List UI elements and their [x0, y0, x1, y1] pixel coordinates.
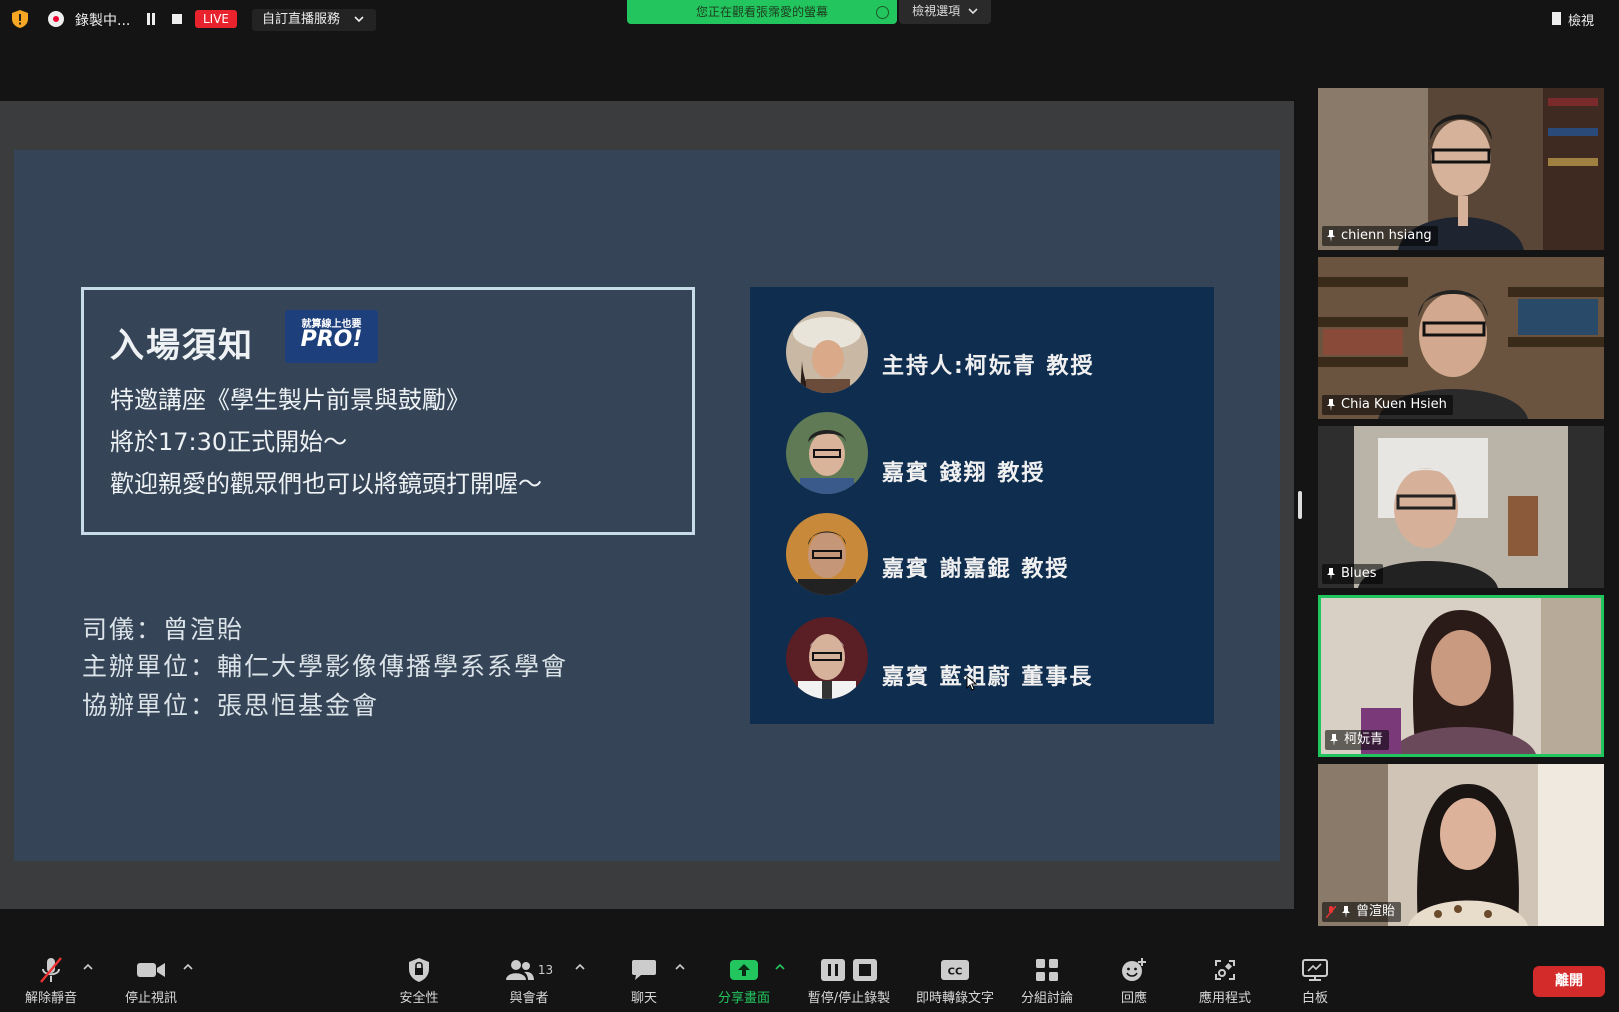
panel-resize-handle[interactable] [1298, 491, 1302, 519]
participant-name-tag: Chia Kuen Hsieh [1322, 395, 1453, 415]
guest-name-4: 嘉賓 藍祖蔚 董事長 [882, 665, 1094, 690]
chevron-up-icon[interactable] [83, 963, 93, 971]
guest-name-host: 主持人:柯妧青 教授 [882, 354, 1095, 379]
shield-icon [409, 958, 429, 982]
participants-icon [505, 960, 534, 980]
live-transcript-button[interactable]: CC 即時轉錄文字 [907, 955, 1003, 1006]
whiteboard-label: 白板 [1301, 991, 1328, 1006]
notice-line-2: 將於17:30正式開始～ [110, 428, 348, 456]
participant-name: chienn hsiang [1341, 228, 1432, 243]
participant-tile[interactable]: Blues [1318, 426, 1604, 588]
recording-label: 錄製中... [75, 13, 131, 29]
breakout-rooms-label: 分組討論 [1020, 991, 1073, 1006]
pin-icon [1327, 230, 1335, 242]
apps-label: 應用程式 [1198, 991, 1251, 1006]
participants-label: 與會者 [509, 991, 549, 1006]
participant-name: Blues [1341, 566, 1377, 581]
guest-photo-host [786, 311, 868, 393]
smiley-plus-icon [1122, 958, 1146, 981]
video-camera-icon [137, 963, 165, 977]
participant-tile[interactable]: chienn hsiang [1318, 88, 1604, 250]
apps-icon [1215, 960, 1235, 980]
chevron-up-icon[interactable] [675, 963, 685, 971]
notice-line-1: 特邀講座《學生製片前景與鼓勵》 [110, 386, 470, 414]
pause-stop-recording-button[interactable]: 暫停/停止錄製 [800, 955, 898, 1006]
stream-service-dropdown[interactable]: 自訂直播服務 [252, 9, 377, 31]
chat-label: 聊天 [630, 991, 657, 1006]
leave-meeting-button[interactable]: 離開 [1533, 966, 1605, 997]
top-bar: 錄製中... LIVE 自訂直播服務 您正在觀看張霈愛的螢幕 檢視選項 檢視 [0, 0, 1619, 40]
whiteboard-button[interactable]: 白板 [1267, 955, 1363, 1006]
view-button[interactable]: 檢視 [1568, 10, 1594, 29]
pause-stop-icon [821, 959, 877, 981]
chevron-up-icon[interactable] [775, 963, 785, 971]
participant-name: 柯妧青 [1344, 732, 1384, 747]
participant-tile-active-speaker[interactable]: 柯妧青 [1318, 595, 1604, 757]
stream-service-label: 自訂直播服務 [262, 12, 341, 27]
participant-name: 曾渲貽 [1356, 904, 1396, 919]
security-label: 安全性 [399, 991, 439, 1006]
credit-emcee: 司儀：曾渲貽 [82, 615, 245, 644]
microphone-muted-icon [40, 957, 62, 983]
participant-tile[interactable]: Chia Kuen Hsieh [1318, 257, 1604, 419]
guest-photo-2 [786, 412, 868, 494]
view-options-button[interactable]: 檢視選項 [899, 0, 991, 24]
guest-name-2: 嘉賓 錢翔 教授 [882, 461, 1046, 486]
credit-organizer: 主辦單位：輔仁大學影像傳播學系系學會 [82, 652, 569, 681]
guest-photo-4 [786, 617, 868, 699]
status-circle-icon [876, 6, 889, 19]
stop-recording-icon[interactable] [172, 14, 182, 24]
share-screen-label: 分享畫面 [717, 991, 770, 1006]
pin-icon [1327, 568, 1335, 580]
meeting-toolbar: 解除靜音 停止視訊 安全性 13 與會者 聊天 分享畫面 暫停/停止錄製 CC … [0, 949, 1619, 1012]
guest-name-3: 嘉賓 謝嘉錕 教授 [882, 557, 1070, 582]
pin-icon [1330, 734, 1338, 746]
security-shield-icon[interactable] [12, 10, 28, 28]
credit-co-organizer: 協辦單位：張思恒基金會 [82, 691, 380, 720]
live-badge: LIVE [195, 10, 238, 28]
view-layout-icon[interactable] [1552, 12, 1561, 25]
live-transcript-label: 即時轉錄文字 [915, 991, 994, 1006]
microphone-muted-icon [1326, 906, 1336, 918]
unmute-label: 解除靜音 [24, 991, 77, 1006]
chevron-down-icon [968, 8, 978, 15]
participant-name-tag: chienn hsiang [1322, 226, 1438, 246]
participant-count: 13 [537, 963, 554, 977]
pin-icon [1327, 399, 1335, 411]
chevron-down-icon [354, 16, 364, 23]
chevron-up-icon[interactable] [183, 963, 193, 971]
security-button[interactable]: 安全性 [371, 955, 467, 1006]
reactions-label: 回應 [1120, 991, 1147, 1006]
participant-name: Chia Kuen Hsieh [1341, 397, 1447, 412]
pro-badge-logo: 就算線上也要 PRO! [285, 310, 378, 363]
viewing-screen-banner: 您正在觀看張霈愛的螢幕 [627, 0, 897, 24]
pro-badge-text: PRO! [300, 327, 363, 352]
participants-button[interactable]: 13 與會者 [481, 955, 577, 1006]
whiteboard-icon [1302, 959, 1328, 981]
mouse-pointer-icon [966, 675, 978, 691]
notice-title: 入場須知 [110, 326, 254, 366]
pause-recording-icon[interactable] [146, 13, 156, 25]
participant-name-tag: Blues [1322, 564, 1383, 584]
closed-captions-icon: CC [941, 960, 969, 980]
notice-line-3: 歡迎親愛的觀眾們也可以將鏡頭打開喔～ [110, 470, 542, 498]
breakout-grid-icon [1036, 959, 1058, 981]
viewing-screen-label: 您正在觀看張霈愛的螢幕 [695, 5, 828, 19]
breakout-rooms-button[interactable]: 分組討論 [999, 955, 1095, 1006]
view-options-label: 檢視選項 [912, 4, 961, 18]
recording-icon [48, 11, 64, 27]
guest-photo-3 [786, 513, 868, 595]
reactions-button[interactable]: 回應 [1086, 955, 1182, 1006]
chat-bubble-icon [632, 960, 656, 980]
stop-video-label: 停止視訊 [124, 991, 177, 1006]
svg-text:CC: CC [948, 967, 963, 978]
participant-name-tag: 曾渲貽 [1322, 902, 1402, 922]
share-screen-icon [730, 960, 758, 980]
participant-name-tag: 柯妧青 [1325, 730, 1390, 750]
pause-stop-recording-label: 暫停/停止錄製 [807, 991, 891, 1006]
participant-tile[interactable]: 曾渲貽 [1318, 764, 1604, 926]
apps-button[interactable]: 應用程式 [1177, 955, 1273, 1006]
pin-icon [1342, 906, 1350, 918]
chevron-up-icon[interactable] [575, 963, 585, 971]
